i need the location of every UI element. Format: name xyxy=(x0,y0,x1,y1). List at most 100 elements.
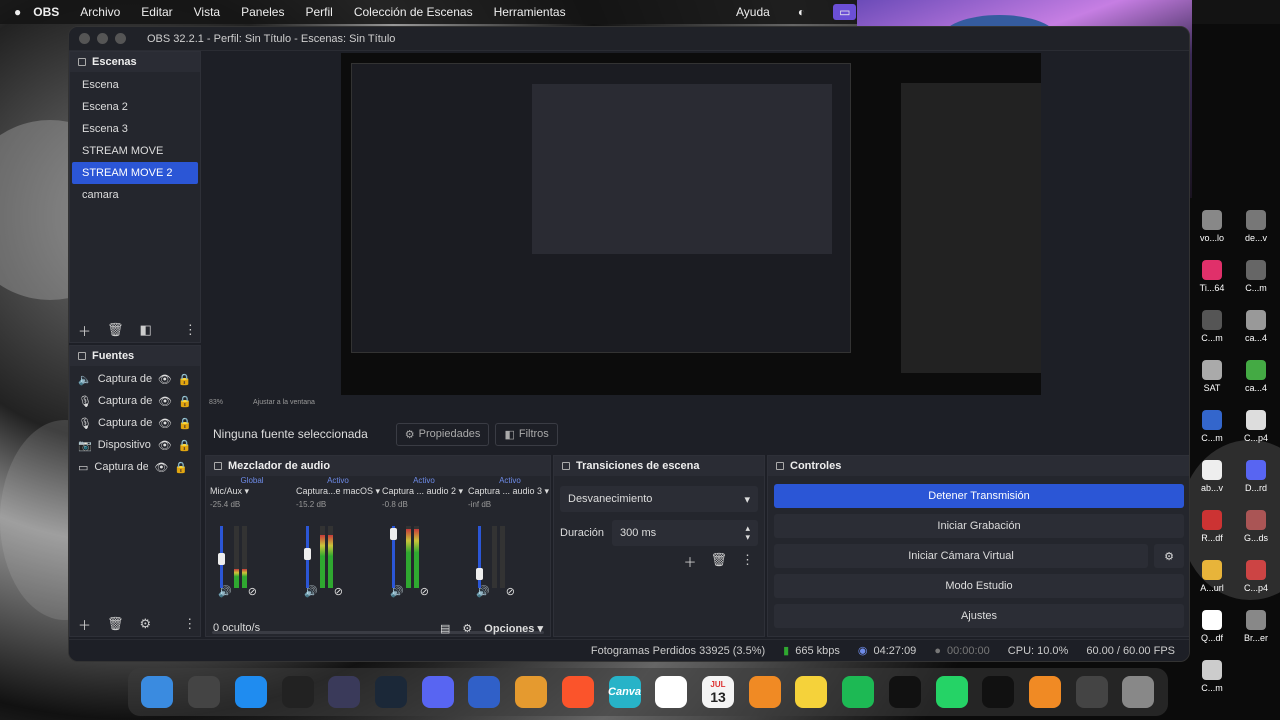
desktop-file[interactable]: ab...v xyxy=(1190,460,1234,493)
desktop-file[interactable]: ca...4 xyxy=(1234,310,1278,343)
spotify-icon[interactable] xyxy=(842,676,875,708)
desktop-file[interactable]: ca...4 xyxy=(1234,360,1278,393)
layout-icon[interactable]: ▤ xyxy=(440,622,450,635)
status-icon[interactable]: ◐ xyxy=(798,5,805,19)
steam-icon[interactable] xyxy=(374,676,407,708)
monitor-off-icon[interactable]: ⊘ xyxy=(420,585,429,598)
dock-float-icon[interactable] xyxy=(562,462,570,470)
duration-input[interactable]: 300 ms ▴ ▾ xyxy=(612,520,758,546)
visibility-icon[interactable]: 👁 xyxy=(158,439,172,452)
chrome-icon[interactable] xyxy=(655,676,688,708)
desktop-file[interactable]: de...v xyxy=(1234,210,1278,243)
lock-icon[interactable]: 🔒 xyxy=(178,395,192,408)
dock-float-icon[interactable] xyxy=(214,462,222,470)
menu-help[interactable]: Ayuda xyxy=(736,5,770,19)
menu-item[interactable]: Paneles xyxy=(241,5,284,19)
channel-name[interactable]: Mic/Aux ▾ xyxy=(210,486,294,500)
transition-select[interactable]: Desvanecimiento ▾ xyxy=(560,486,758,512)
obs-icon[interactable] xyxy=(328,676,361,708)
more-icon[interactable]: ⋮ xyxy=(184,322,197,338)
stop-stream-button[interactable]: Detener Transmisión xyxy=(774,484,1184,508)
gear-icon[interactable]: ⚙ xyxy=(1154,544,1184,568)
discord-icon[interactable] xyxy=(421,676,454,708)
canva-icon[interactable]: Canva xyxy=(608,676,641,708)
scene-item-selected[interactable]: STREAM MOVE 2 xyxy=(72,162,198,184)
calendar-icon[interactable]: JUL 13 xyxy=(701,676,734,708)
scene-item[interactable]: Escena xyxy=(72,74,198,96)
dock-float-icon[interactable] xyxy=(78,352,86,360)
source-item[interactable]: ▭ Captura de 👁 🔒 xyxy=(70,456,200,478)
filters-button[interactable]: ◧ Filtros xyxy=(495,422,558,446)
monitor-off-icon[interactable]: ⊘ xyxy=(248,585,257,598)
studio-mode-button[interactable]: Modo Estudio xyxy=(774,574,1184,598)
add-icon[interactable]: ＋ xyxy=(78,321,91,340)
folder-icon[interactable] xyxy=(1075,676,1108,708)
scene-item[interactable]: Escena 2 xyxy=(72,96,198,118)
safari-icon[interactable] xyxy=(234,676,267,708)
menu-item[interactable]: Editar xyxy=(141,5,172,19)
scene-item[interactable]: camara xyxy=(72,184,198,206)
desktop-file[interactable]: C...m xyxy=(1190,660,1234,693)
visibility-icon[interactable]: 👁 xyxy=(154,461,168,474)
fader-knob[interactable] xyxy=(218,553,225,565)
visibility-icon[interactable]: 👁 xyxy=(158,395,172,408)
apple-icon[interactable]: ● xyxy=(14,5,21,19)
start-recording-button[interactable]: Iniciar Grabación xyxy=(774,514,1184,538)
dock-float-icon[interactable] xyxy=(776,462,784,470)
visibility-icon[interactable]: 👁 xyxy=(158,373,172,386)
fader-knob[interactable] xyxy=(304,548,311,560)
dock-float-icon[interactable] xyxy=(78,58,86,66)
speaker-icon[interactable]: 🔊 xyxy=(390,585,404,598)
desktop-file[interactable]: SAT xyxy=(1190,360,1234,393)
channel-name[interactable]: Captura...e macOS ▾ xyxy=(296,486,380,500)
source-item[interactable]: 🔈 Captura de 👁 🔒 xyxy=(70,368,200,390)
minimize-button[interactable] xyxy=(97,33,108,44)
add-icon[interactable]: ＋ xyxy=(683,552,696,571)
properties-button[interactable]: ⚙ Propiedades xyxy=(395,422,490,446)
lock-icon[interactable]: 🔒 xyxy=(174,461,188,474)
menu-item[interactable]: Vista xyxy=(194,5,220,19)
desktop-file[interactable]: Ti...64 xyxy=(1190,260,1234,293)
desktop-file[interactable]: C...m xyxy=(1190,410,1234,443)
lock-icon[interactable]: 🔒 xyxy=(178,417,192,430)
volume-fader[interactable] xyxy=(304,526,311,588)
desktop-file[interactable]: C...m xyxy=(1190,310,1234,343)
garageband-icon[interactable] xyxy=(748,676,781,708)
source-item[interactable]: 📷 Dispositivo 👁 🔒 xyxy=(70,434,200,456)
trash-icon[interactable]: 🗑 xyxy=(107,322,124,338)
speaker-icon[interactable]: 🔊 xyxy=(218,585,232,598)
virtual-camera-button[interactable]: Iniciar Cámara Virtual xyxy=(774,544,1148,568)
box-icon[interactable] xyxy=(468,676,501,708)
channel-name[interactable]: Captura ... audio 2 ▾ xyxy=(382,486,466,500)
desktop-file[interactable]: C...p4 xyxy=(1234,560,1278,593)
screen-record-icon[interactable]: ▭ xyxy=(833,4,857,20)
fader-knob[interactable] xyxy=(390,528,397,540)
launchpad-icon[interactable] xyxy=(188,676,221,708)
more-icon[interactable]: ⋮ xyxy=(741,552,754,571)
terminal-icon[interactable] xyxy=(982,676,1015,708)
trash-icon[interactable] xyxy=(1122,676,1155,708)
speaker-icon[interactable]: 🔊 xyxy=(476,585,490,598)
speaker-icon[interactable]: 🔊 xyxy=(304,585,318,598)
photos-icon[interactable] xyxy=(515,676,548,708)
monitor-off-icon[interactable]: ⊘ xyxy=(506,585,515,598)
menu-app[interactable]: OBS xyxy=(33,5,59,19)
channel-name[interactable]: Captura ... audio 3 ▾ xyxy=(468,486,552,500)
capcut-icon[interactable] xyxy=(888,676,921,708)
preview-canvas[interactable] xyxy=(341,53,1041,395)
volume-fader[interactable] xyxy=(390,526,397,588)
settings-button[interactable]: Ajustes xyxy=(774,604,1184,628)
close-button[interactable] xyxy=(79,33,90,44)
desktop-file[interactable]: C...p4 xyxy=(1234,410,1278,443)
options-button[interactable]: Opciones ▾ xyxy=(484,622,543,635)
finder-icon[interactable] xyxy=(141,676,174,708)
zoom-value[interactable]: 83% xyxy=(209,399,223,406)
menu-item[interactable]: Archivo xyxy=(80,5,120,19)
stepper-icon[interactable]: ▴ ▾ xyxy=(745,524,750,542)
whatsapp-icon[interactable] xyxy=(935,676,968,708)
menu-item[interactable]: Perfil xyxy=(305,5,332,19)
source-item[interactable]: 🎙 Captura de 👁 🔒 xyxy=(70,412,200,434)
menu-item[interactable]: Herramientas xyxy=(494,5,566,19)
desktop-file[interactable]: Q...df xyxy=(1190,610,1234,643)
fit-label[interactable]: Ajustar a la ventana xyxy=(253,399,315,406)
